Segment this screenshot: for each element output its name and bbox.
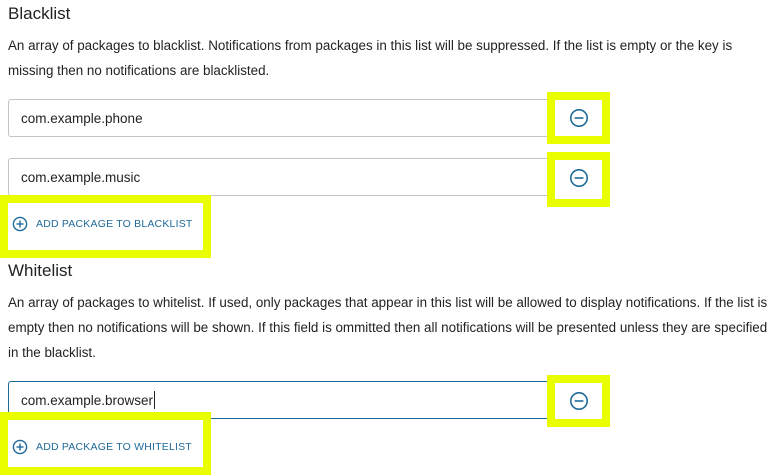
whitelist-package-value: com.example.browser (21, 392, 154, 408)
add-package-to-whitelist-label: ADD PACKAGE TO WHITELIST (36, 441, 192, 453)
minus-circle-icon (570, 109, 588, 127)
blacklist-package-value: com.example.music (21, 169, 141, 185)
blacklist-package-input[interactable]: com.example.music (8, 158, 548, 196)
blacklist-title: Blacklist (8, 4, 71, 23)
blacklist-package-value: com.example.phone (21, 110, 143, 126)
whitelist-title: Whitelist (8, 261, 73, 280)
blacklist-description: An array of packages to blacklist. Notif… (8, 38, 733, 78)
add-package-to-blacklist-button[interactable]: ADD PACKAGE TO BLACKLIST (12, 216, 193, 232)
remove-package-button[interactable] (569, 108, 589, 128)
remove-package-button[interactable] (569, 391, 589, 411)
plus-circle-icon (12, 216, 28, 232)
plus-circle-icon (12, 439, 28, 455)
minus-circle-icon (570, 392, 588, 410)
add-package-to-whitelist-button[interactable]: ADD PACKAGE TO WHITELIST (12, 439, 192, 455)
minus-circle-icon (570, 169, 588, 187)
blacklist-package-input[interactable]: com.example.phone (8, 99, 548, 137)
text-caret (154, 391, 156, 409)
add-package-to-blacklist-label: ADD PACKAGE TO BLACKLIST (36, 218, 193, 230)
remove-package-button[interactable] (569, 168, 589, 188)
whitelist-description: An array of packages to whitelist. If us… (8, 295, 768, 360)
